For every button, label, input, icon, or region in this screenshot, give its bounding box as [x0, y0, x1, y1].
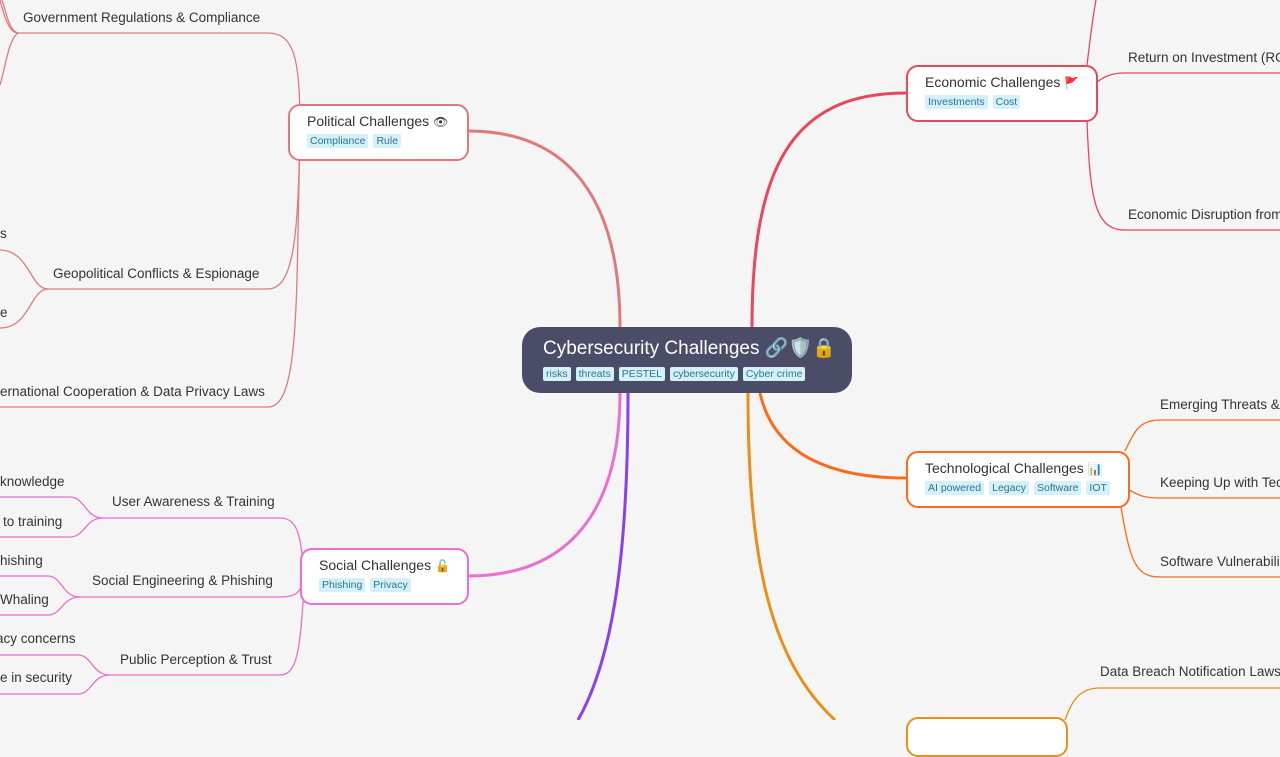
- tag[interactable]: Software: [1033, 481, 1082, 495]
- tag[interactable]: Compliance: [307, 134, 369, 148]
- tag[interactable]: AI powered: [925, 481, 985, 495]
- shield-icon: 🛡️: [788, 338, 813, 359]
- leaf-government-regulations[interactable]: Government Regulations & Compliance: [23, 10, 260, 25]
- node-title: Political Challenges: [307, 113, 430, 129]
- leaf-keeping-up[interactable]: Keeping Up with Tec: [1160, 475, 1280, 490]
- legal-node[interactable]: [906, 717, 1068, 757]
- leaf-partial[interactable]: e: [0, 305, 8, 320]
- leaf-partial[interactable]: Whaling: [0, 592, 49, 607]
- node-title: Economic Challenges: [925, 74, 1061, 90]
- tag[interactable]: Cost: [992, 95, 1021, 109]
- tag[interactable]: IOT: [1086, 481, 1110, 495]
- leaf-partial[interactable]: hishing: [0, 553, 43, 568]
- red-flag-icon: 🚩: [1064, 76, 1080, 90]
- leaf-economic-disruption[interactable]: Economic Disruption from: [1128, 207, 1280, 222]
- tag[interactable]: Rule: [373, 134, 402, 148]
- node-title: Technological Challenges: [925, 460, 1084, 476]
- leaf-international-cooperation[interactable]: ernational Cooperation & Data Privacy La…: [0, 384, 265, 399]
- connector-political: [467, 129, 622, 328]
- tag[interactable]: risks: [543, 367, 571, 381]
- leaf-geopolitical-conflicts[interactable]: Geopolitical Conflicts & Espionage: [53, 266, 259, 281]
- leaf-partial[interactable]: s: [0, 226, 7, 241]
- connector-legal: [746, 392, 837, 720]
- connector-social: [467, 392, 622, 578]
- political-node[interactable]: Political Challenges 👁 Compliance Rule: [288, 104, 469, 161]
- leaf-data-breach-laws[interactable]: Data Breach Notification Laws: [1100, 664, 1280, 679]
- root-node[interactable]: Cybersecurity Challenges 🔗🛡️🔒 risks thre…: [522, 327, 852, 393]
- link-icon: 🔗: [764, 338, 789, 359]
- bar-chart-icon: 📊: [1087, 462, 1103, 476]
- tag[interactable]: PESTEL: [618, 367, 665, 381]
- connector-economic: [750, 91, 907, 328]
- leaf-software-vulnerabilities[interactable]: Software Vulnerabili: [1160, 554, 1280, 569]
- leaf-social-engineering[interactable]: Social Engineering & Phishing: [92, 573, 273, 588]
- tag[interactable]: cybersecurity: [669, 367, 738, 381]
- eye-icon: 👁: [433, 115, 449, 129]
- leaf-emerging-threats[interactable]: Emerging Threats &: [1160, 397, 1280, 412]
- leaf-user-awareness[interactable]: User Awareness & Training: [112, 494, 275, 509]
- tag[interactable]: Legacy: [989, 481, 1029, 495]
- leaf-public-perception[interactable]: Public Perception & Trust: [120, 652, 272, 667]
- leaf-return-on-investment[interactable]: Return on Investment (RO: [1128, 50, 1280, 65]
- leaf-partial[interactable]: acy concerns: [0, 631, 76, 646]
- connector-technological: [758, 392, 907, 480]
- leaf-partial[interactable]: e in security: [0, 670, 72, 685]
- unlocked-icon: 🔓: [434, 559, 450, 573]
- lock-icon: 🔒: [812, 338, 836, 359]
- technological-node[interactable]: Technological Challenges 📊 AI powered Leg…: [906, 451, 1130, 508]
- leaf-partial[interactable]: knowledge: [0, 474, 65, 489]
- tag[interactable]: Investments: [925, 95, 988, 109]
- tag[interactable]: Privacy: [370, 578, 411, 592]
- leaf-partial[interactable]: to training: [3, 514, 62, 529]
- tag[interactable]: Cyber crime: [742, 367, 806, 381]
- economic-node[interactable]: Economic Challenges 🚩 Investments Cost: [906, 65, 1098, 122]
- connector-environmental: [576, 392, 630, 720]
- node-title: Social Challenges: [319, 557, 432, 573]
- social-node[interactable]: Social Challenges 🔓 Phishing Privacy: [300, 548, 469, 605]
- root-title: Cybersecurity Challenges: [543, 338, 760, 359]
- tag[interactable]: Phishing: [319, 578, 366, 592]
- tag[interactable]: threats: [575, 367, 614, 381]
